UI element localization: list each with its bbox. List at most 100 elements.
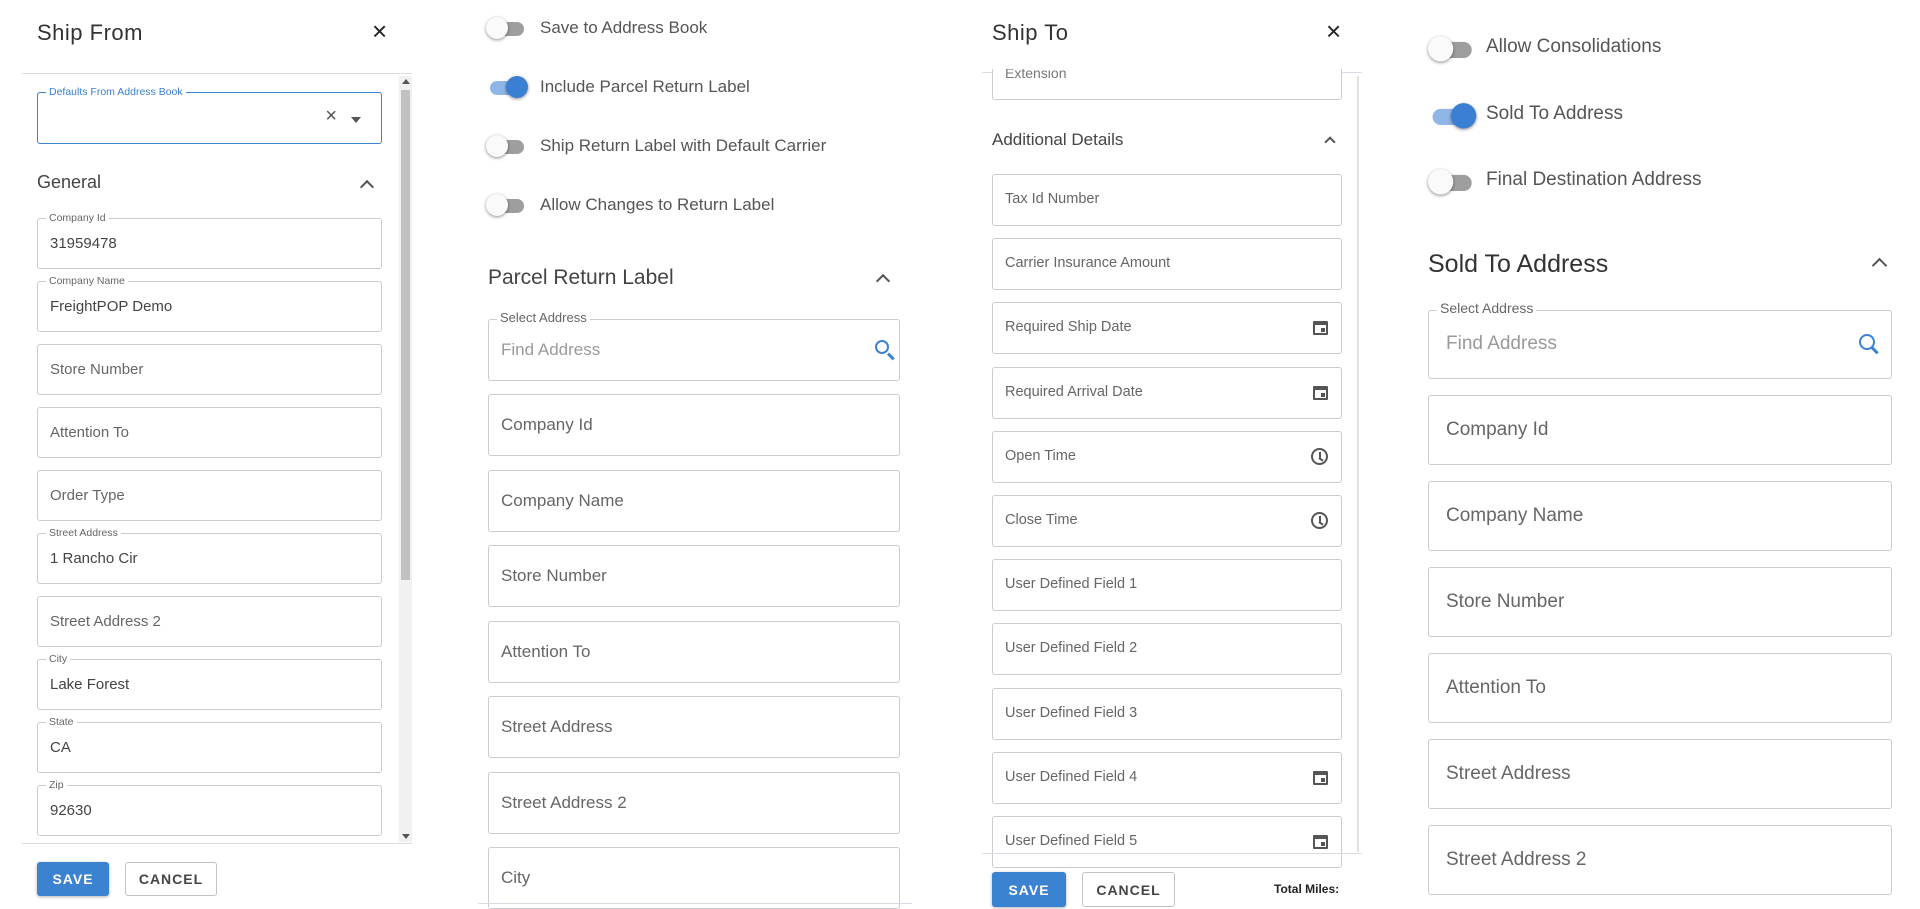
dropdown-arrow-icon[interactable] [351, 117, 361, 123]
ship-from-field[interactable]: Store Number [37, 344, 382, 395]
field-placeholder: Required Arrival Date [1005, 383, 1143, 400]
field-placeholder: Street Address [501, 717, 613, 736]
collapse-chevron-icon[interactable] [1324, 136, 1336, 148]
additional-detail-field[interactable]: Required Ship Date [992, 302, 1342, 355]
header-overlay [982, 60, 1362, 69]
return-label-field[interactable]: Street Address 2 [488, 771, 900, 834]
additional-detail-field[interactable]: Open Time [992, 430, 1342, 483]
sold-to-panel: Allow Consolidations Sold To Address Final… [1420, 0, 1900, 906]
field-label: Zip [46, 779, 67, 791]
clear-icon[interactable]: × [325, 105, 337, 128]
find-address-placeholder: Find Address [501, 340, 601, 359]
select-address-label: Select Address [1437, 301, 1537, 315]
additional-detail-field[interactable]: User Defined Field 3 [992, 687, 1342, 740]
additional-detail-field[interactable]: Required Arrival Date [992, 366, 1342, 419]
additional-detail-field[interactable]: Tax Id Number [992, 174, 1342, 226]
save-button[interactable]: SAVE [37, 862, 109, 896]
scrollbar[interactable] [399, 76, 412, 842]
field-placeholder: Attention To [50, 424, 129, 441]
scrollbar-track [1357, 76, 1359, 852]
close-icon[interactable]: × [372, 18, 387, 44]
save-button[interactable]: SAVE [992, 872, 1066, 907]
search-icon[interactable] [875, 340, 889, 354]
toggle-label: Allow Changes to Return Label [540, 195, 775, 214]
sold-to-field[interactable]: Attention To [1428, 653, 1892, 723]
toggle-label: Allow Consolidations [1486, 36, 1662, 57]
sold-to-field[interactable]: Street Address 2 [1428, 825, 1892, 895]
search-icon[interactable] [1859, 334, 1875, 350]
collapse-chevron-icon[interactable] [359, 179, 375, 195]
return-label-field[interactable]: Company Name [488, 469, 900, 532]
additional-detail-field[interactable]: Close Time [992, 495, 1342, 547]
scroll-up-arrow[interactable] [402, 79, 410, 84]
field-value: 92630 [50, 802, 92, 819]
toggle-label: Include Parcel Return Label [540, 77, 750, 96]
toggle-switch[interactable] [1428, 168, 1474, 196]
toggle-switch[interactable] [486, 134, 526, 158]
return-label-field[interactable]: Store Number [488, 545, 900, 607]
select-address-input[interactable]: Select Address Find Address [488, 311, 900, 381]
scroll-down-arrow[interactable] [402, 834, 410, 839]
additional-detail-field[interactable]: User Defined Field 5 [992, 816, 1342, 868]
ship-from-field[interactable]: Street Address 2 [37, 596, 382, 647]
additional-detail-field[interactable]: User Defined Field 4 [992, 751, 1342, 804]
parcel-return-panel: Save to Address Book Include Parcel Retur… [478, 0, 912, 909]
calendar-icon[interactable] [1313, 835, 1328, 849]
ship-from-field[interactable]: State CA [37, 716, 382, 773]
ship-from-field[interactable]: City Lake Forest [37, 653, 382, 710]
sold-to-field[interactable]: Company Id [1428, 395, 1892, 465]
field-label: Company Id [46, 212, 109, 224]
ship-from-field[interactable]: Street Address 1 Rancho Cir [37, 527, 382, 584]
select-address-input[interactable]: Select Address Find Address [1428, 301, 1892, 379]
field-placeholder: Street Address 2 [1446, 849, 1587, 870]
toggle-label: Final Destination Address [1486, 169, 1702, 190]
calendar-icon[interactable] [1313, 321, 1328, 336]
collapse-chevron-icon[interactable] [1871, 257, 1888, 274]
toggle-switch[interactable] [486, 75, 528, 99]
field-placeholder: Attention To [501, 641, 591, 661]
field-placeholder: User Defined Field 5 [1005, 833, 1138, 849]
field-placeholder: Company Id [1446, 419, 1549, 440]
return-label-field[interactable]: City [488, 847, 900, 909]
field-label: City [46, 653, 71, 665]
ship-from-field[interactable]: Attention To [37, 407, 382, 458]
return-label-field[interactable]: Company Id [488, 394, 900, 456]
cancel-button[interactable]: CANCEL [125, 862, 217, 896]
toggle-label: Ship Return Label with Default Carrier [540, 136, 827, 155]
defaults-address-book-select[interactable]: Defaults From Address Book × [37, 86, 382, 144]
find-address-placeholder: Find Address [1446, 333, 1557, 354]
toggle-switch[interactable] [1428, 35, 1474, 63]
ship-from-field[interactable]: Order Type [37, 470, 382, 521]
field-value: CA [50, 739, 71, 756]
general-section-title: General [37, 172, 102, 192]
clock-icon[interactable] [1311, 447, 1328, 465]
toggle-label: Sold To Address [1486, 103, 1623, 124]
return-label-field[interactable]: Attention To [488, 620, 900, 683]
field-placeholder: Street Address 2 [501, 792, 627, 812]
sold-to-field[interactable]: Company Name [1428, 481, 1892, 551]
sold-to-field[interactable]: Street Address [1428, 739, 1892, 809]
ship-from-field[interactable]: Zip 92630 [37, 779, 382, 836]
ship-from-field[interactable]: Company Id 31959478 [37, 212, 382, 269]
sold-to-field[interactable]: Store Number [1428, 567, 1892, 637]
cancel-button[interactable]: CANCEL [1082, 872, 1175, 907]
ship-from-field[interactable]: Company Name FreightPOP Demo [37, 275, 382, 332]
collapse-chevron-icon[interactable] [875, 273, 891, 289]
field-placeholder: User Defined Field 2 [1005, 640, 1138, 657]
clock-icon[interactable] [1311, 512, 1328, 529]
additional-detail-field[interactable]: User Defined Field 2 [992, 623, 1342, 676]
defaults-label: Defaults From Address Book [46, 86, 186, 98]
toggle-switch[interactable] [1428, 102, 1477, 130]
calendar-icon[interactable] [1313, 770, 1328, 785]
return-label-field[interactable]: Street Address [488, 696, 900, 758]
additional-detail-field[interactable]: User Defined Field 1 [992, 559, 1342, 612]
toggle-switch[interactable] [486, 16, 526, 40]
footer-divider [982, 853, 1362, 854]
scroll-thumb[interactable] [401, 90, 410, 580]
toggle-switch[interactable] [486, 193, 526, 217]
field-placeholder: Street Address 2 [50, 613, 161, 630]
additional-detail-field[interactable]: Carrier Insurance Amount [992, 238, 1342, 291]
calendar-icon[interactable] [1313, 385, 1328, 400]
header-divider [22, 73, 412, 74]
close-icon[interactable]: × [1326, 18, 1341, 44]
